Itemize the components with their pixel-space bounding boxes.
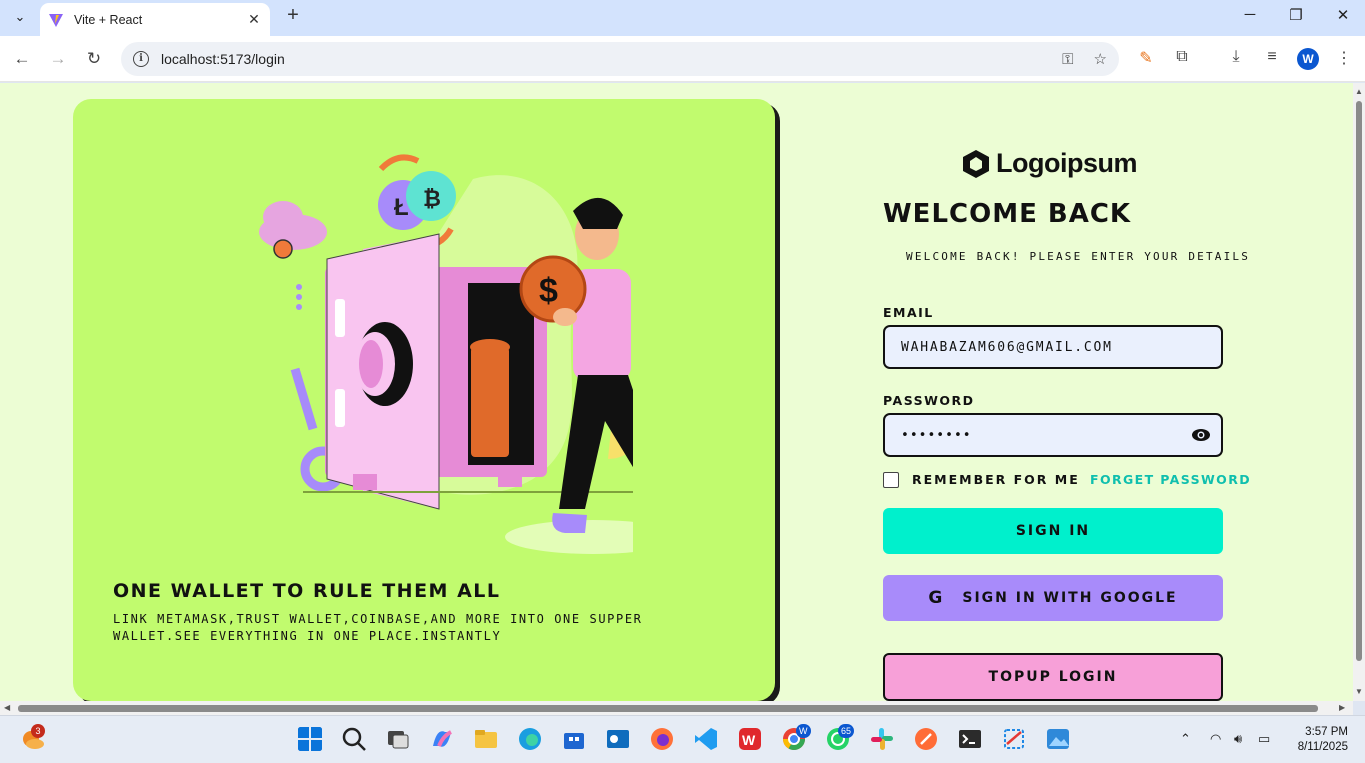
svg-text:W: W [742, 732, 756, 748]
sign-in-label: SIGN IN [1015, 523, 1091, 539]
close-tab-icon[interactable]: ✕ [246, 11, 262, 28]
vscode-icon[interactable] [693, 726, 719, 752]
address-bar[interactable]: i localhost:5173/login ⚿ ☆ [121, 42, 1119, 76]
firefox-icon[interactable] [649, 726, 675, 752]
chrome-profile-badge: W [796, 724, 811, 738]
clock-date: 8/11/2025 [1297, 741, 1348, 753]
new-tab-button[interactable]: + [283, 5, 303, 26]
password-field[interactable]: •••••••• [883, 413, 1223, 457]
forgot-password-link[interactable]: FORGET PASSWORD [1090, 472, 1251, 487]
close-window-icon[interactable]: ✕ [1333, 6, 1353, 24]
vite-icon [49, 13, 63, 27]
reload-icon[interactable]: ↻ [83, 48, 105, 70]
hero-card: Ł ₿ $ ONE WALLET TO RULE THEM ALL LINK M… [73, 99, 775, 701]
remember-label: REMEMBER FOR ME [912, 472, 1080, 487]
volume-icon[interactable]: 🔊︎ [1234, 731, 1242, 747]
eye-icon[interactable] [1191, 426, 1211, 444]
copilot-icon[interactable] [429, 726, 455, 752]
back-icon[interactable]: ← [11, 48, 33, 70]
scroll-down-icon[interactable]: ▼ [1355, 687, 1363, 696]
file-explorer-icon[interactable] [473, 726, 499, 752]
weather-badge: 3 [31, 724, 45, 738]
horizontal-scrollbar[interactable]: ◀ ▶ [0, 701, 1353, 715]
extensions-icon[interactable]: ⧉ [1171, 48, 1193, 66]
svg-text:₿: ₿ [423, 186, 441, 211]
clock[interactable]: 3:57 PM 8/11/2025 [1288, 725, 1348, 755]
wifi-icon[interactable]: ◠ [1210, 731, 1221, 747]
scroll-right-icon[interactable]: ▶ [1339, 703, 1345, 712]
media-control-icon[interactable]: ≡ [1261, 48, 1283, 66]
page-subtitle: WELCOME BACK! PLEASE ENTER YOUR DETAILS [906, 250, 1251, 263]
snipping-tool-icon[interactable] [1001, 726, 1027, 752]
svg-text:$: $ [539, 272, 558, 310]
vertical-scrollbar[interactable]: ▲ ▼ [1353, 83, 1365, 701]
battery-icon[interactable]: ▭ [1258, 731, 1270, 747]
task-view-icon[interactable] [385, 726, 411, 752]
remember-checkbox[interactable] [883, 472, 899, 488]
topup-login-button[interactable]: TOPUP LOGIN [883, 653, 1223, 701]
page-title: WELCOME BACK [883, 199, 1132, 229]
tab-strip: ⌄ Vite + React ✕ + ─ ❐ ✕ [0, 0, 1365, 36]
google-icon: G [928, 588, 945, 608]
password-value: •••••••• [901, 427, 972, 443]
hero-subtitle: LINK METAMASK,TRUST WALLET,COINBASE,AND … [113, 612, 643, 643]
hero-title: ONE WALLET TO RULE THEM ALL [113, 580, 501, 602]
logo-text: Logoipsum [996, 148, 1137, 178]
google-sign-in-button[interactable]: G SIGN IN WITH GOOGLE [883, 575, 1223, 621]
photos-icon[interactable] [1045, 726, 1071, 752]
color-picker-extension-icon[interactable]: ✎ [1135, 48, 1157, 68]
terminal-icon[interactable] [957, 726, 983, 752]
search-icon[interactable] [341, 726, 367, 752]
crypto-safe-illustration: Ł ₿ $ [259, 154, 633, 554]
clock-time: 3:57 PM [1305, 726, 1348, 738]
forward-icon[interactable]: → [47, 48, 69, 70]
logo: Logoipsum [962, 148, 1137, 179]
email-label: EMAIL [883, 305, 934, 320]
topup-login-label: TOPUP LOGIN [988, 669, 1118, 685]
site-info-icon[interactable]: i [133, 51, 149, 67]
chevron-up-icon[interactable]: ⌃ [1180, 731, 1191, 747]
sign-in-button[interactable]: SIGN IN [883, 508, 1223, 554]
slack-icon[interactable] [869, 726, 895, 752]
minimize-icon[interactable]: ─ [1240, 6, 1260, 23]
tab-title: Vite + React [74, 12, 143, 27]
windows-start-icon[interactable] [297, 726, 323, 752]
download-icon[interactable]: ⤓ [1225, 48, 1247, 66]
profile-avatar[interactable]: W [1297, 48, 1319, 70]
google-sign-in-label: SIGN IN WITH GOOGLE [962, 590, 1178, 606]
menu-icon[interactable]: ⋮ [1333, 48, 1355, 68]
vertical-scroll-thumb[interactable] [1356, 101, 1362, 661]
key-icon[interactable]: ⚿ [1062, 51, 1073, 68]
browser-toolbar: ← → ↻ i localhost:5173/login ⚿ ☆ ✎ ⧉ ⤓ ≡… [0, 36, 1365, 82]
email-field[interactable]: WAHABAZAM606@GMAIL.COM [883, 325, 1223, 369]
wps-office-icon[interactable]: W [737, 726, 763, 752]
taskbar: 3 W W 65 ⌃ ◠ 🔊︎ ▭ 3:57 PM 8/11/2025 [0, 715, 1365, 763]
browser-tab[interactable]: Vite + React ✕ [40, 3, 270, 36]
email-value: WAHABAZAM606@GMAIL.COM [901, 339, 1113, 355]
outlook-icon[interactable] [605, 726, 631, 752]
scroll-up-icon[interactable]: ▲ [1355, 87, 1363, 96]
restore-icon[interactable]: ❐ [1286, 6, 1306, 24]
horizontal-scroll-thumb[interactable] [18, 705, 1318, 712]
edge-icon[interactable] [517, 726, 543, 752]
password-label: PASSWORD [883, 393, 975, 408]
bookmark-star-icon[interactable]: ☆ [1094, 50, 1107, 68]
url-text[interactable]: localhost:5173/login [161, 51, 1042, 67]
login-page: Ł ₿ $ ONE WALLET TO RULE THEM ALL LINK M… [0, 83, 1353, 701]
tab-search-button[interactable]: ⌄ [8, 6, 32, 28]
logo-icon [963, 149, 989, 178]
whatsapp-badge: 65 [838, 724, 855, 738]
scroll-left-icon[interactable]: ◀ [4, 703, 10, 712]
microsoft-store-icon[interactable] [561, 726, 587, 752]
postman-icon[interactable] [913, 726, 939, 752]
